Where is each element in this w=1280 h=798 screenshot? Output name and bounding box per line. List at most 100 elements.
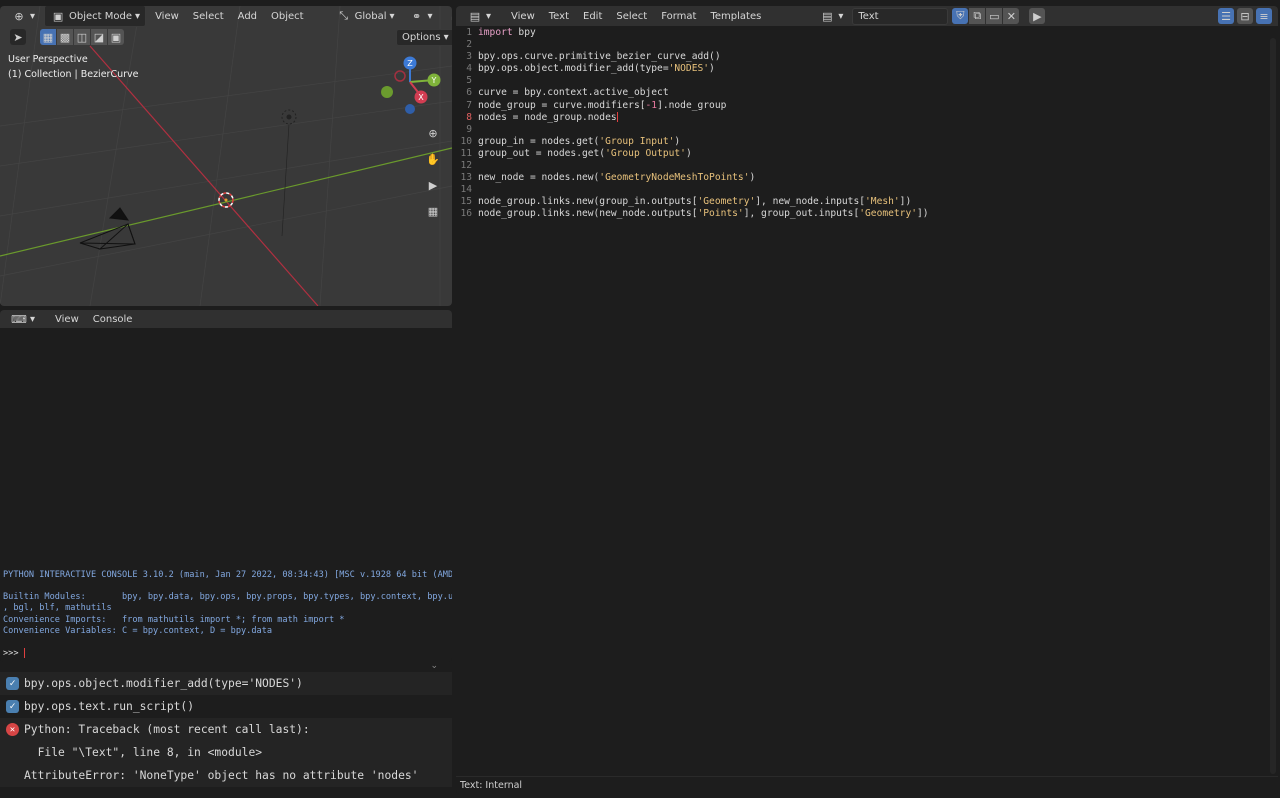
code-line[interactable]: 2 — [456, 39, 1270, 51]
camera-view-icon[interactable]: ▶ — [424, 176, 442, 194]
text-browse-button[interactable]: ▤ ▾ — [814, 6, 848, 26]
y-axis-line — [0, 147, 452, 257]
code-line[interactable]: 12 — [456, 160, 1270, 172]
code-line[interactable]: 13 new_node = nodes.new('GeometryNodeMesh… — [456, 172, 1270, 184]
globe-grid-icon: ⊕ — [14, 9, 24, 23]
editor-type-button[interactable]: ⊕ ▾ — [6, 6, 40, 26]
log-text: File "\Text", line 8, in <module> — [24, 746, 263, 759]
perspective-label: User Perspective — [8, 54, 88, 65]
code-line[interactable]: 9 — [456, 124, 1270, 136]
line-number: 16 — [460, 208, 472, 220]
code-line[interactable]: 1 import bpy — [456, 27, 1270, 39]
menu-view[interactable]: View — [150, 9, 184, 24]
log-entry-error-detail[interactable]: File "\Text", line 8, in <module> — [0, 741, 452, 764]
code-text: nodes = node_group.nodes — [478, 111, 618, 123]
code-area[interactable]: 1 import bpy 2 3 bpy.ops.curve.primitive_bez… — [456, 27, 1270, 221]
code-line[interactable]: 6 curve = bpy.context.active_object — [456, 87, 1270, 99]
zoom-icon[interactable]: ⊕ — [424, 124, 442, 142]
text-menu-format[interactable]: Format — [656, 9, 701, 24]
snap-toggle[interactable]: ∩ — [442, 6, 452, 26]
ortho-grid-icon[interactable]: ▦ — [424, 202, 442, 220]
text-editor[interactable]: ▤ ▾ View Text Edit Select Format Template… — [456, 6, 1278, 794]
close-icon[interactable]: ✕ — [1003, 8, 1020, 24]
code-line[interactable]: 11 group_out = nodes.get('Group Output') — [456, 148, 1270, 160]
text-menu-edit[interactable]: Edit — [578, 9, 607, 24]
orientation-dropdown[interactable]: ⤡ Global ▾ — [331, 6, 400, 26]
line-number: 15 — [460, 196, 472, 208]
code-line[interactable]: 16 node_group.links.new(new_node.outputs[… — [456, 208, 1270, 220]
select-subtract-icon[interactable]: ◫ — [74, 29, 90, 45]
menu-select[interactable]: Select — [188, 9, 229, 24]
3d-viewport[interactable]: ⊕ ▾ ▣ Object Mode ▾ View Select Add Object … — [0, 6, 452, 306]
console-header: ⌨ ▾ View Console — [0, 310, 452, 328]
log-entry[interactable]: ✓ bpy.ops.text.run_script() — [0, 695, 452, 718]
text-menu-view[interactable]: View — [506, 9, 540, 24]
console-menu-view[interactable]: View — [50, 312, 84, 327]
line-numbers-icon[interactable]: ☰ — [1218, 8, 1234, 24]
select-extend-icon[interactable]: ▩ — [57, 29, 73, 45]
info-log[interactable]: ⌄ ✓ bpy.ops.object.modifier_add(type='NOD… — [0, 664, 452, 798]
line-number: 12 — [460, 160, 472, 172]
text-datablock-name[interactable]: Text — [852, 7, 949, 25]
text-editor-type-button[interactable]: ▤ ▾ — [462, 6, 496, 26]
code-text: bpy.ops.object.modifier_add(type='NODES'… — [478, 63, 715, 75]
console-output: PYTHON INTERACTIVE CONSOLE 3.10.2 (main,… — [0, 570, 452, 660]
log-text: bpy.ops.text.run_script() — [24, 700, 195, 713]
code-line[interactable]: 15 node_group.links.new(group_in.outputs[… — [456, 196, 1270, 208]
code-line[interactable]: 3 bpy.ops.curve.primitive_bezier_curve_ad… — [456, 51, 1270, 63]
console-editor-type-button[interactable]: ⌨ ▾ — [6, 310, 40, 329]
code-line[interactable]: 10 group_in = nodes.get('Group Input') — [456, 136, 1270, 148]
code-line[interactable]: 5 — [456, 75, 1270, 87]
line-number: 3 — [466, 51, 472, 63]
menu-object[interactable]: Object — [266, 9, 309, 24]
options-label: Options — [402, 32, 441, 43]
code-line[interactable]: 8 nodes = node_group.nodes — [456, 111, 1270, 124]
word-wrap-icon[interactable]: ⊟ — [1237, 8, 1253, 24]
options-dropdown[interactable]: Options ▾ — [396, 29, 452, 46]
console-prompt-line[interactable]: >>> — [0, 648, 452, 660]
3d-cursor — [218, 192, 234, 208]
pivot-dropdown[interactable]: ⚭ ▾ — [404, 6, 438, 26]
transform-orientation-icon: ⤡ — [339, 9, 349, 22]
line-number: 1 — [466, 27, 472, 38]
syntax-highlight-icon[interactable]: ≡ — [1256, 8, 1272, 24]
line-number: 8 — [466, 111, 472, 123]
text-editor-icon: ▤ — [469, 9, 481, 23]
light-object — [281, 109, 297, 237]
line-number: 5 — [466, 75, 472, 87]
duplicate-icon[interactable]: ⧉ — [969, 8, 986, 24]
navigation-gizmo[interactable]: Z Y X — [376, 54, 448, 120]
code-text: group_out = nodes.get('Group Output') — [478, 147, 692, 159]
select-tool-icon[interactable]: ➤ — [10, 29, 26, 45]
select-new-icon[interactable]: ▦ — [40, 29, 56, 45]
code-line[interactable]: 7 node_group = curve.modifiers[-1].node_g… — [456, 100, 1270, 112]
text-menu-select[interactable]: Select — [611, 9, 652, 24]
info-collapse-bar[interactable]: ⌄ — [0, 664, 452, 672]
python-console[interactable]: ⌨ ▾ View Console PYTHON INTERACTIVE CONSO… — [0, 310, 452, 662]
console-imports-line: Convenience Imports: from mathutils impo… — [3, 614, 345, 625]
console-menu-console[interactable]: Console — [88, 312, 138, 327]
fake-user-shield-icon[interactable]: ⛨ — [952, 8, 969, 24]
select-invert-icon[interactable]: ◪ — [91, 29, 107, 45]
open-folder-icon[interactable]: ▭ — [986, 8, 1003, 24]
code-line[interactable]: 14 — [456, 184, 1270, 196]
mode-dropdown[interactable]: ▣ Object Mode ▾ — [44, 6, 147, 27]
menu-add[interactable]: Add — [233, 9, 262, 24]
text-menu-text[interactable]: Text — [544, 9, 574, 24]
log-entry-error[interactable]: ✕ Python: Traceback (most recent call las… — [0, 718, 452, 741]
pan-hand-icon[interactable]: ✋ — [424, 150, 442, 168]
text-datablock-icon: ▤ — [822, 9, 833, 23]
log-entry[interactable]: ✓ bpy.ops.object.modifier_add(type='NODES… — [0, 672, 452, 695]
code-line[interactable]: 4 bpy.ops.object.modifier_add(type='NODES… — [456, 63, 1270, 75]
text-menu-templates[interactable]: Templates — [705, 9, 766, 24]
select-mode-row: ➤ ▦ ▩ ◫ ◪ ▣ — [10, 29, 124, 45]
line-number: 7 — [466, 99, 472, 111]
log-entry-error-detail[interactable]: AttributeError: 'NoneType' object has no… — [0, 764, 452, 787]
select-intersect-icon[interactable]: ▣ — [108, 29, 124, 45]
scrollbar[interactable] — [1270, 38, 1276, 774]
code-text: curve = bpy.context.active_object — [478, 87, 669, 99]
run-script-icon[interactable]: ▶ — [1029, 8, 1046, 24]
mode-label: Object Mode — [69, 10, 133, 22]
text-status-bar: Text: Internal — [456, 776, 1278, 794]
